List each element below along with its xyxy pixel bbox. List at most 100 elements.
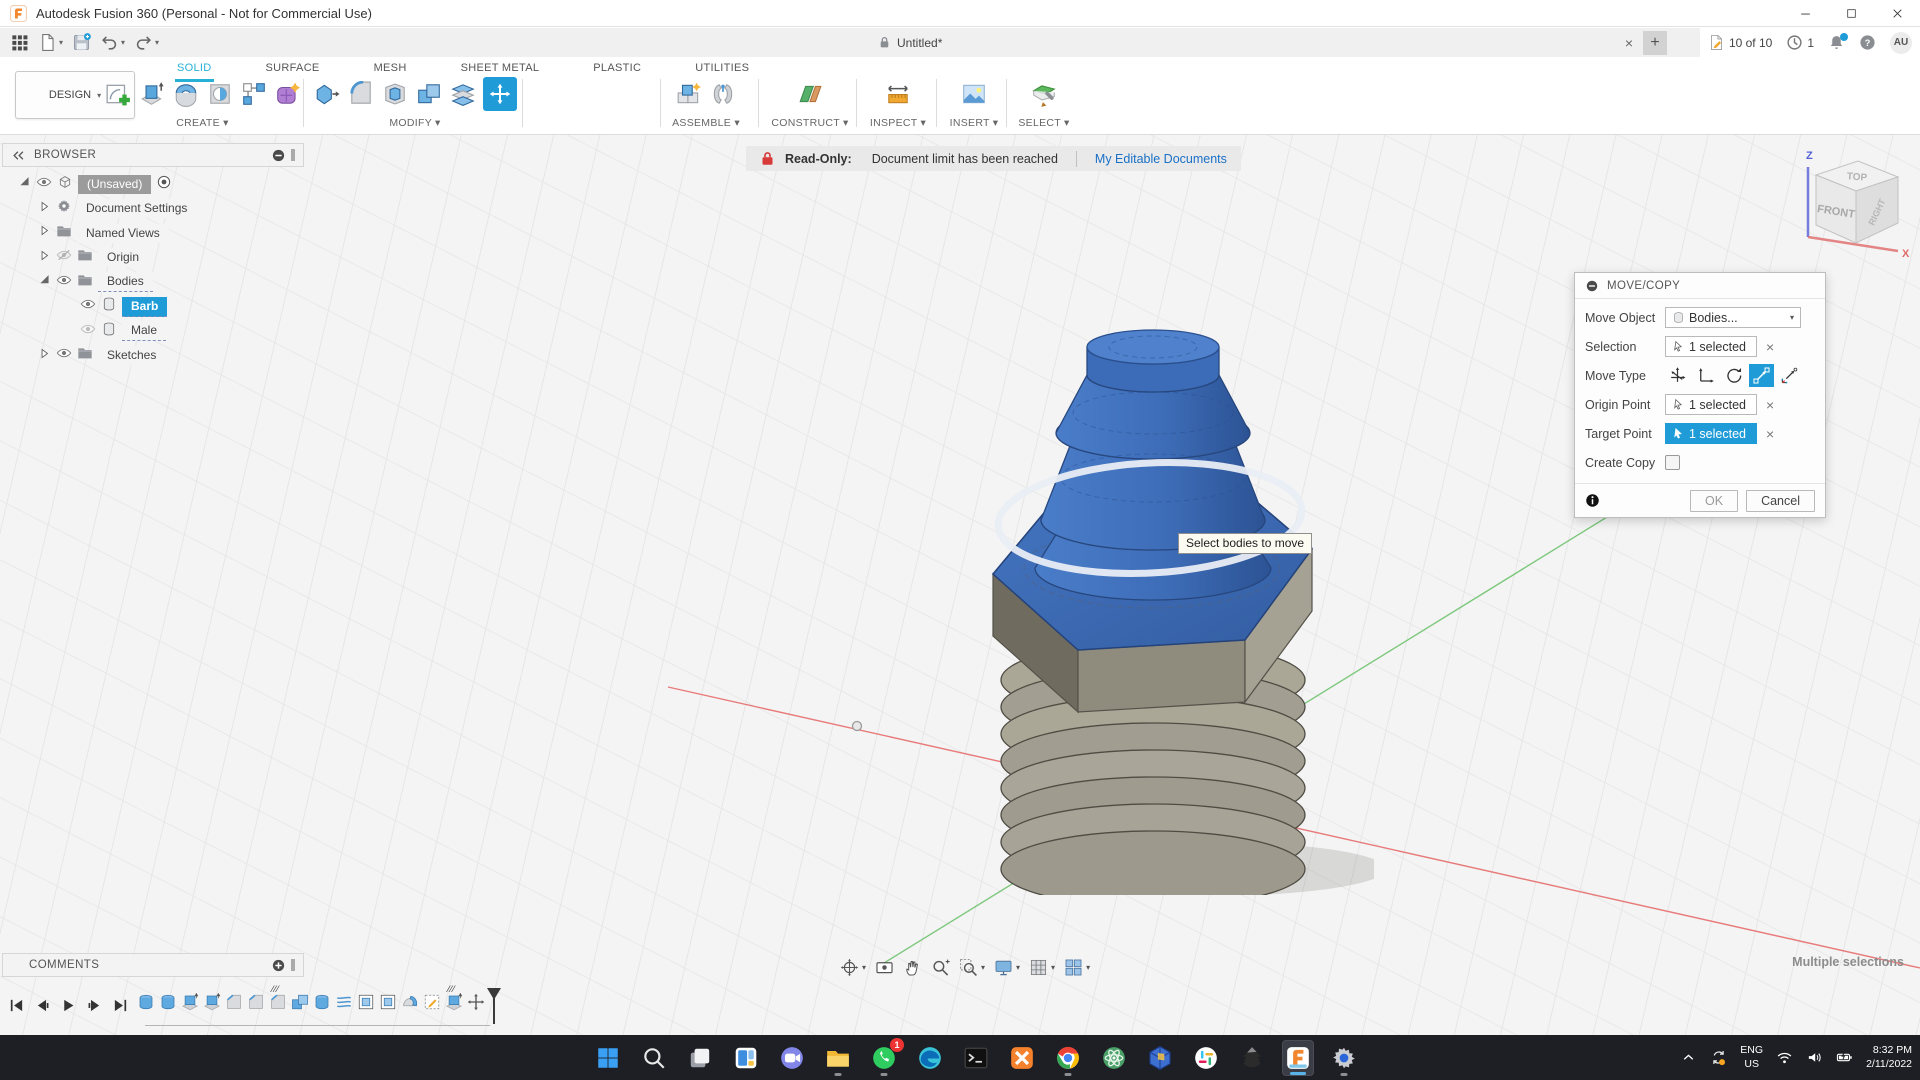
eye-icon[interactable] bbox=[56, 345, 72, 366]
atom-icon[interactable] bbox=[1098, 1040, 1130, 1076]
chevron-up-icon[interactable] bbox=[1680, 1049, 1697, 1066]
doc-counter[interactable]: 10 of 10 bbox=[1708, 34, 1772, 51]
tl-cylinder-icon[interactable] bbox=[137, 991, 155, 1011]
tl-extrude-icon[interactable] bbox=[203, 991, 221, 1011]
ribbon-tab-plastic[interactable]: PLASTIC bbox=[591, 59, 643, 82]
ribbon-group-label[interactable]: CREATE ▾ bbox=[100, 117, 305, 129]
fusion360-icon[interactable] bbox=[1282, 1040, 1314, 1076]
eye-icon[interactable] bbox=[36, 174, 52, 195]
tl-cylinder-icon[interactable] bbox=[159, 991, 177, 1011]
model-barb-fitting[interactable] bbox=[950, 313, 1374, 895]
joint-icon[interactable] bbox=[710, 81, 737, 108]
move-icon[interactable] bbox=[483, 77, 517, 111]
help-button[interactable]: ? bbox=[1859, 34, 1876, 51]
taskbar-clock[interactable]: 8:32 PM2/11/2022 bbox=[1866, 1044, 1912, 1071]
browser-item-document-settings[interactable]: Document Settings bbox=[38, 198, 196, 220]
point-to-point-icon[interactable] bbox=[1749, 364, 1774, 387]
ribbon-group-label[interactable]: INSPECT ▾ bbox=[860, 117, 936, 129]
wifi-icon[interactable] bbox=[1776, 1049, 1793, 1066]
xampp-icon[interactable] bbox=[1006, 1040, 1038, 1076]
look-at-icon[interactable] bbox=[875, 958, 894, 977]
form-icon[interactable] bbox=[274, 81, 301, 108]
collapsed-triangle-icon[interactable] bbox=[38, 347, 51, 365]
edge-icon[interactable] bbox=[914, 1040, 946, 1076]
tl-chamfer-icon[interactable] bbox=[247, 991, 265, 1011]
eye-dim-icon[interactable] bbox=[80, 321, 96, 342]
save-icon[interactable] bbox=[72, 33, 91, 52]
undo-icon[interactable]: ▾ bbox=[100, 33, 125, 52]
expanded-triangle-icon[interactable] bbox=[38, 273, 51, 291]
clear-origin-button[interactable]: × bbox=[1766, 397, 1774, 413]
timeline-marker[interactable] bbox=[486, 987, 502, 1032]
chrome-icon[interactable] bbox=[1052, 1040, 1084, 1076]
step-forward-icon[interactable] bbox=[86, 997, 103, 1019]
eye-icon[interactable] bbox=[80, 296, 96, 317]
radio-icon[interactable] bbox=[156, 174, 172, 195]
free-move-icon[interactable] bbox=[1665, 364, 1690, 387]
explorer-icon[interactable] bbox=[822, 1040, 854, 1076]
browser-collapse-button[interactable] bbox=[271, 148, 286, 163]
close-button[interactable] bbox=[1874, 0, 1920, 27]
display-settings-icon[interactable]: ▾ bbox=[994, 958, 1020, 977]
tab-close-button[interactable]: × bbox=[1618, 32, 1640, 54]
collapsed-triangle-icon[interactable] bbox=[38, 224, 51, 242]
ribbon-group-label[interactable]: CONSTRUCT ▾ bbox=[768, 117, 852, 129]
language-indicator[interactable]: ENGUS bbox=[1740, 1044, 1763, 1070]
panel-resize-grip[interactable] bbox=[291, 959, 295, 971]
target-point-field[interactable]: 1 selected bbox=[1665, 423, 1757, 444]
clear-selection-button[interactable]: × bbox=[1766, 339, 1774, 355]
pattern-icon[interactable] bbox=[240, 81, 267, 108]
browser-item--unsaved-[interactable]: (Unsaved) bbox=[18, 173, 172, 195]
ribbon-group-label[interactable]: ASSEMBLE ▾ bbox=[664, 117, 748, 129]
eye-icon[interactable] bbox=[56, 272, 72, 293]
teams-chat-icon[interactable] bbox=[776, 1040, 808, 1076]
cancel-button[interactable]: Cancel bbox=[1746, 490, 1815, 512]
browser-item-label[interactable]: Origin bbox=[98, 248, 148, 267]
timeline-track[interactable] bbox=[145, 1021, 490, 1026]
maximize-button[interactable] bbox=[1828, 0, 1874, 27]
pan-icon[interactable] bbox=[903, 958, 922, 977]
new-component-icon[interactable] bbox=[676, 81, 703, 108]
browser-item-sketches[interactable]: Sketches bbox=[38, 345, 165, 367]
tl-extrude-icon[interactable]: ⁄⁄⁄ bbox=[445, 991, 463, 1011]
tl-cylinder-icon[interactable] bbox=[313, 991, 331, 1011]
move-object-dropdown[interactable]: Bodies... ▾ bbox=[1665, 307, 1801, 328]
viewport-canvas[interactable]: Select bodies to move Read-Only: Documen… bbox=[0, 135, 1920, 1035]
skip-start-icon[interactable] bbox=[8, 997, 25, 1019]
collapsed-triangle-icon[interactable] bbox=[38, 200, 51, 218]
widgets-icon[interactable] bbox=[730, 1040, 762, 1076]
battery-icon[interactable] bbox=[1836, 1049, 1853, 1066]
browser-item-label[interactable]: Document Settings bbox=[77, 199, 196, 218]
shell-icon[interactable] bbox=[381, 81, 408, 108]
editable-documents-link[interactable]: My Editable Documents bbox=[1095, 152, 1227, 166]
new-tab-button[interactable]: + bbox=[1643, 31, 1667, 55]
panel-resize-grip[interactable] bbox=[291, 149, 295, 161]
comments-panel-header[interactable]: COMMENTS bbox=[2, 953, 304, 977]
play-icon[interactable] bbox=[60, 997, 77, 1019]
ok-button[interactable]: OK bbox=[1690, 490, 1738, 512]
fillet-icon[interactable] bbox=[347, 81, 374, 108]
orbit-icon[interactable]: ▾ bbox=[840, 958, 866, 977]
point-to-position-icon[interactable] bbox=[1777, 364, 1802, 387]
minimize-button[interactable] bbox=[1782, 0, 1828, 27]
collapse-arrows-icon[interactable] bbox=[11, 148, 26, 163]
browser-item-named-views[interactable]: Named Views bbox=[38, 222, 169, 244]
volume-icon[interactable] bbox=[1806, 1049, 1823, 1066]
minus-circle-icon[interactable] bbox=[1585, 279, 1599, 293]
fit-icon[interactable]: ▾ bbox=[959, 958, 985, 977]
browser-header[interactable]: BROWSER bbox=[2, 143, 304, 167]
rotate-icon[interactable] bbox=[1721, 364, 1746, 387]
ribbon-group-label[interactable]: INSERT ▾ bbox=[940, 117, 1008, 129]
select-brush-icon[interactable] bbox=[1031, 81, 1058, 108]
browser-item-label[interactable]: Male bbox=[122, 321, 166, 341]
ribbon-group-label[interactable]: MODIFY ▾ bbox=[310, 117, 520, 129]
file-icon[interactable]: ▾ bbox=[38, 33, 63, 52]
win-start-icon[interactable] bbox=[592, 1040, 624, 1076]
tl-pattern-icon[interactable] bbox=[357, 991, 375, 1011]
hole-icon[interactable] bbox=[206, 81, 233, 108]
selection-field[interactable]: 1 selected bbox=[1665, 336, 1757, 357]
tl-combine-icon[interactable] bbox=[291, 991, 309, 1011]
layout-grid-icon[interactable]: ▾ bbox=[1029, 958, 1055, 977]
redo-icon[interactable]: ▾ bbox=[134, 33, 159, 52]
browser-item-label[interactable]: Barb bbox=[122, 297, 167, 317]
